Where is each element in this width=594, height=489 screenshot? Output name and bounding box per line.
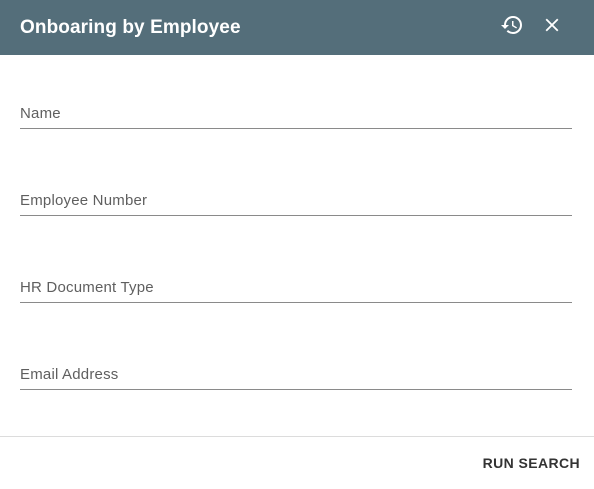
- dialog-title: Onboaring by Employee: [20, 17, 241, 38]
- hr-document-type-field[interactable]: HR Document Type: [20, 262, 572, 303]
- employee-number-field[interactable]: Employee Number: [20, 175, 572, 216]
- employee-number-field-label: Employee Number: [20, 192, 148, 209]
- run-search-button[interactable]: RUN SEARCH: [483, 448, 580, 478]
- footer-divider: [0, 436, 594, 437]
- close-button[interactable]: [537, 12, 567, 42]
- name-field[interactable]: Name: [20, 88, 572, 129]
- history-icon: [500, 13, 524, 42]
- history-button[interactable]: [497, 12, 527, 42]
- hr-document-type-field-label: HR Document Type: [20, 279, 154, 296]
- dialog-header: Onboaring by Employee: [0, 0, 594, 55]
- close-icon: [541, 14, 563, 41]
- email-address-field-label: Email Address: [20, 366, 119, 383]
- search-dialog: Onboaring by Employee Name Employee Numb…: [0, 0, 594, 489]
- email-address-field[interactable]: Email Address: [20, 349, 572, 390]
- name-field-label: Name: [20, 105, 61, 122]
